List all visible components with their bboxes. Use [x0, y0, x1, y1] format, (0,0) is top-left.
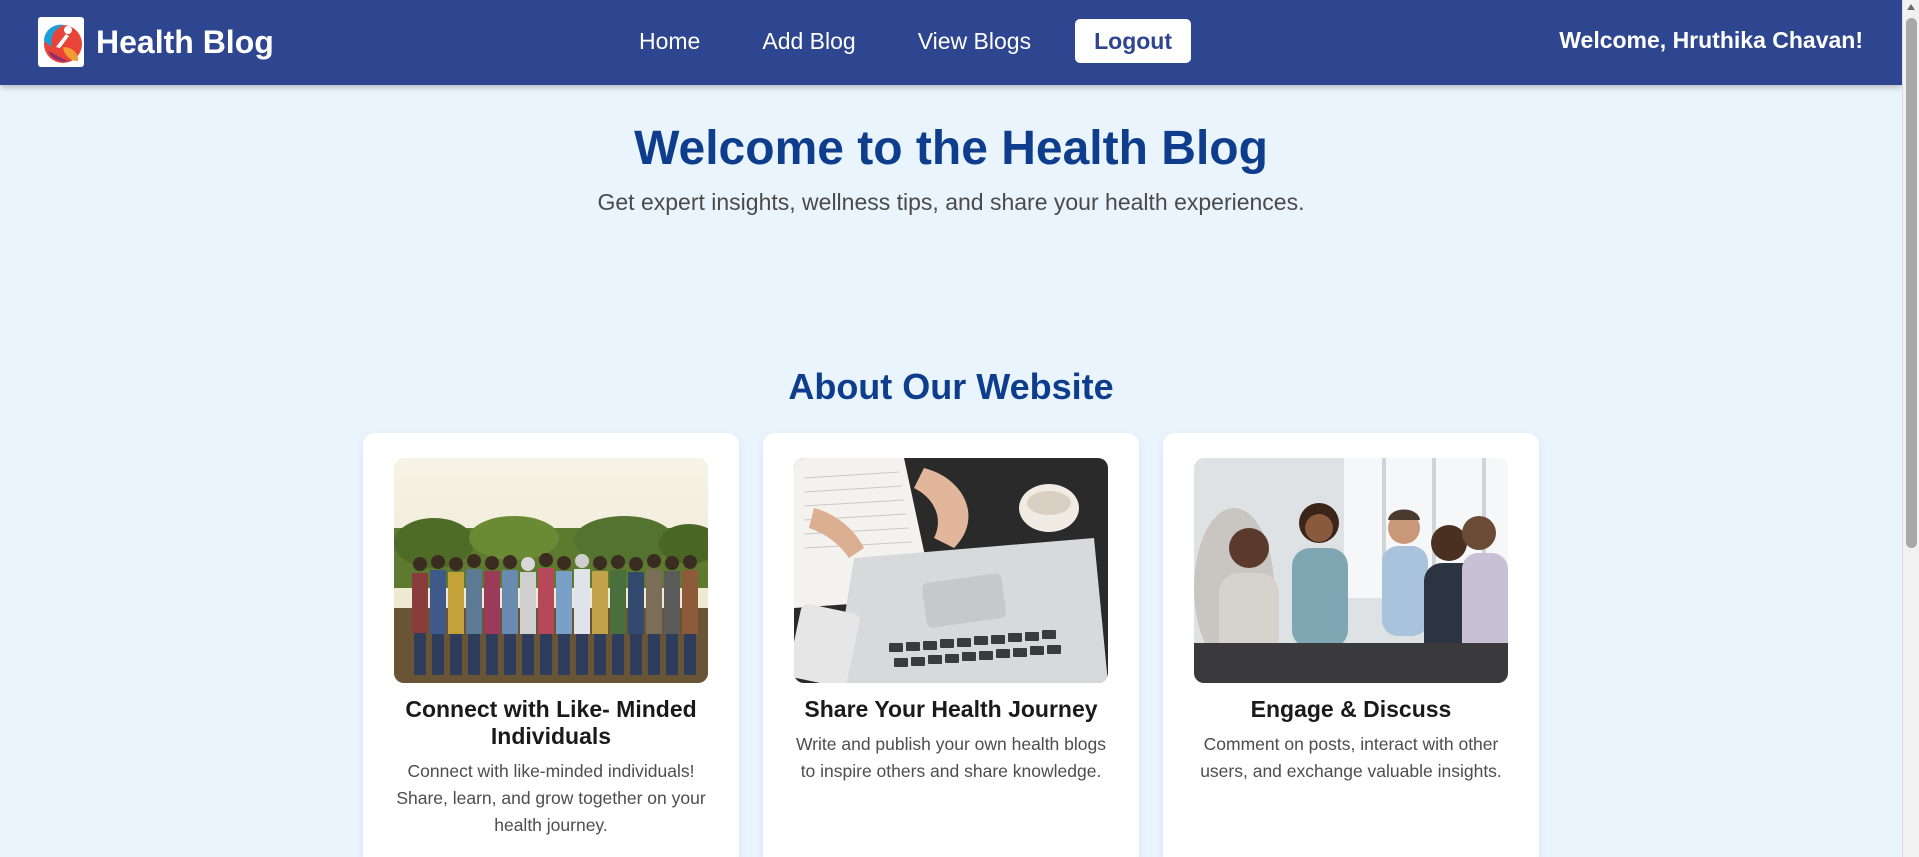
discussion-group-photo — [1194, 458, 1508, 683]
about-card-share: Share Your Health Journey Write and publ… — [763, 433, 1139, 857]
brand-title: Health Blog — [96, 23, 274, 60]
nav-links: Home Add Blog View Blogs Logout — [639, 19, 1191, 63]
nav-add-blog-link[interactable]: Add Blog — [762, 19, 855, 63]
nav-view-blogs-link[interactable]: View Blogs — [918, 19, 1031, 63]
logout-button[interactable]: Logout — [1075, 19, 1191, 63]
card-text: Connect with like-minded individuals! Sh… — [396, 761, 706, 835]
about-card-connect: Connect with Like- Minded Individuals Co… — [363, 433, 739, 857]
health-blog-logo-icon — [38, 17, 84, 67]
scroll-up-arrow-icon[interactable] — [1907, 4, 1915, 10]
card-title: Engage & Discuss — [1250, 696, 1452, 722]
hero-title: Welcome to the Health Blog — [634, 122, 1268, 175]
about-cards: Connect with Like- Minded Individuals Co… — [363, 433, 1563, 857]
card-text: Comment on posts, interact with other us… — [1200, 734, 1502, 781]
page-scrollbar[interactable] — [1902, 0, 1919, 857]
about-card-engage: Engage & Discuss Comment on posts, inter… — [1163, 433, 1539, 857]
scroll-thumb[interactable] — [1906, 18, 1917, 548]
nav-home-link[interactable]: Home — [639, 19, 700, 63]
navbar: Health Blog Home Add Blog View Blogs Log… — [0, 0, 1902, 85]
card-title: Connect with Like- Minded Individuals — [405, 696, 697, 749]
brand[interactable]: Health Blog — [38, 17, 274, 67]
community-photo — [394, 458, 708, 683]
about-section-title: About Our Website — [788, 366, 1114, 407]
hero-subtitle: Get expert insights, wellness tips, and … — [597, 189, 1305, 215]
laptop-writing-photo — [794, 458, 1108, 683]
card-text: Write and publish your own health blogs … — [795, 734, 1106, 781]
card-title: Share Your Health Journey — [804, 696, 1098, 722]
welcome-user-text: Welcome, Hruthika Chavan! — [1559, 27, 1863, 53]
